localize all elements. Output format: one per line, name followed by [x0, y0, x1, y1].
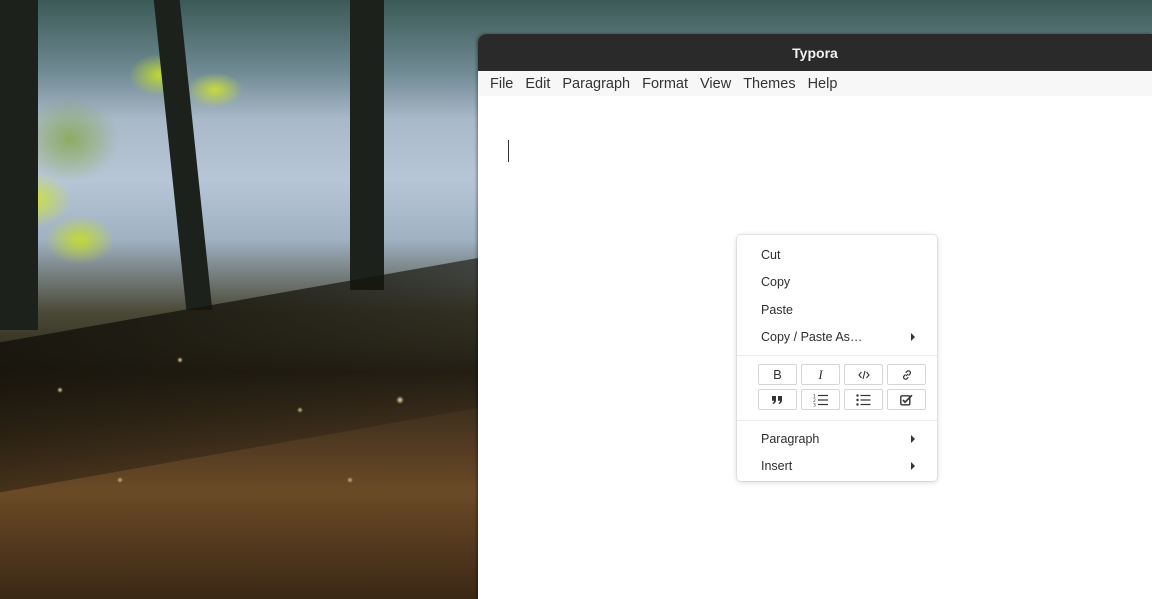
context-item-paste[interactable]: Paste	[737, 296, 937, 324]
menu-edit[interactable]: Edit	[519, 76, 556, 92]
menu-themes[interactable]: Themes	[737, 76, 801, 92]
submenu-arrow-icon	[911, 333, 915, 342]
unordered-list-button[interactable]	[844, 389, 883, 410]
task-list-button[interactable]	[887, 389, 926, 410]
submenu-arrow-icon	[911, 462, 915, 471]
context-item-label: Copy	[761, 275, 791, 290]
menu-format[interactable]: Format	[636, 76, 694, 92]
context-item-label: Copy / Paste As…	[761, 330, 863, 345]
menu-divider	[737, 420, 937, 421]
context-item-label: Insert	[761, 459, 793, 474]
context-item-paragraph[interactable]: Paragraph	[737, 425, 937, 453]
link-button[interactable]	[887, 364, 926, 385]
context-item-copy[interactable]: Copy	[737, 269, 937, 297]
bold-icon: B	[773, 367, 782, 382]
context-item-label: Paragraph	[761, 431, 820, 446]
context-item-cut[interactable]: Cut	[737, 241, 937, 269]
ordered-list-icon: 1 2 3	[813, 393, 828, 407]
text-caret	[508, 140, 509, 162]
svg-text:3: 3	[813, 402, 816, 407]
italic-button[interactable]: I	[801, 364, 840, 385]
context-item-insert[interactable]: Insert	[737, 453, 937, 481]
menu-view[interactable]: View	[694, 76, 737, 92]
context-menu: Cut Copy Paste Copy / Paste As… B I 1 2 …	[737, 235, 937, 481]
context-item-label: Cut	[761, 247, 781, 262]
context-item-copy-paste-as[interactable]: Copy / Paste As…	[737, 324, 937, 352]
code-icon	[857, 370, 870, 379]
menu-bar: File Edit Paragraph Format View Themes H…	[478, 71, 1152, 96]
menu-file[interactable]: File	[484, 76, 519, 92]
link-icon	[902, 369, 911, 380]
tree-trunk	[0, 0, 38, 330]
context-item-label: Paste	[761, 302, 793, 317]
quote-icon	[772, 395, 782, 404]
italic-icon: I	[818, 366, 823, 382]
menu-divider	[737, 355, 937, 356]
code-button[interactable]	[844, 364, 883, 385]
quote-button[interactable]	[758, 389, 797, 410]
format-button-grid: B I 1 2 3	[737, 360, 937, 416]
ground-highlights	[0, 330, 480, 599]
menu-paragraph[interactable]: Paragraph	[556, 76, 636, 92]
window-title: Typora	[792, 44, 838, 61]
window-titlebar[interactable]: Typora	[478, 34, 1152, 71]
bold-button[interactable]: B	[758, 364, 797, 385]
menu-help[interactable]: Help	[802, 76, 844, 92]
unordered-list-icon	[856, 393, 871, 406]
submenu-arrow-icon	[911, 434, 915, 443]
ordered-list-button[interactable]: 1 2 3	[801, 389, 840, 410]
task-list-icon	[900, 394, 913, 405]
tree-trunk	[350, 0, 384, 290]
tree-trunk	[153, 0, 213, 310]
